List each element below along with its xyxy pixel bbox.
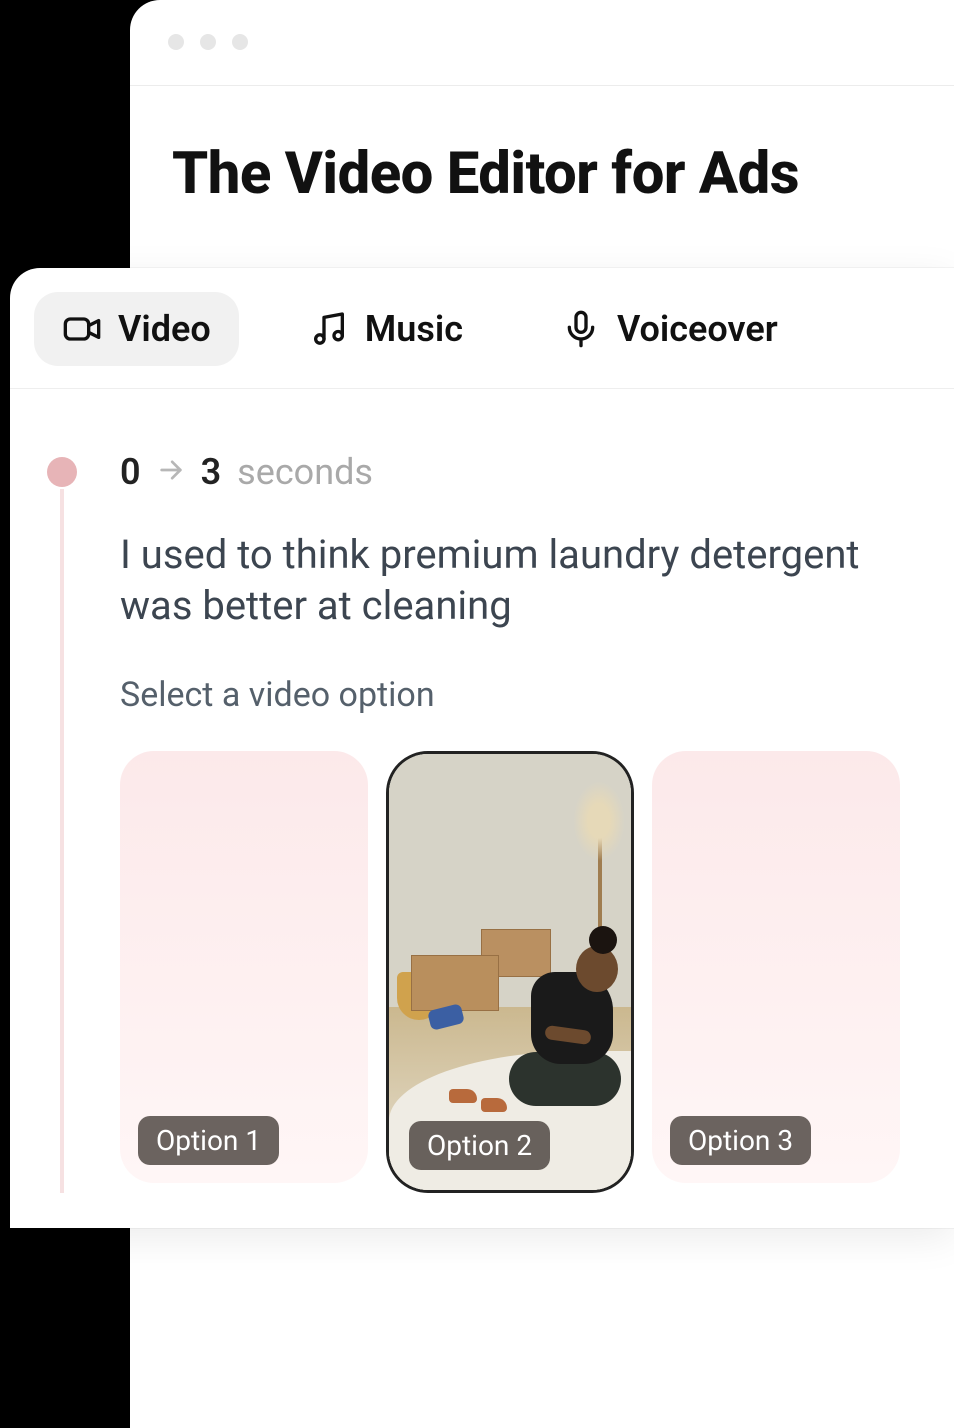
time-end: 3	[201, 451, 222, 493]
video-icon	[62, 309, 102, 349]
tab-label: Video	[118, 308, 211, 350]
tab-bar: Video Music Voiceover	[10, 268, 954, 366]
tab-label: Voiceover	[617, 308, 778, 350]
option-label: Option 3	[670, 1116, 811, 1165]
page-title: The Video Editor for Ads	[172, 140, 799, 208]
time-range: 0 3 seconds	[120, 451, 914, 493]
timeline-dot	[47, 457, 77, 487]
video-option-2[interactable]: Option 2	[386, 751, 634, 1193]
option-label: Option 2	[409, 1121, 550, 1170]
segment-content: 0 3 seconds I used to think premium laun…	[10, 389, 954, 1193]
mic-icon	[561, 309, 601, 349]
window-traffic-lights	[168, 34, 248, 50]
tab-voiceover[interactable]: Voiceover	[533, 292, 806, 366]
editor-panel: Video Music Voiceover	[10, 268, 954, 1228]
video-options: Option 1	[120, 751, 914, 1193]
traffic-dot	[168, 34, 184, 50]
time-unit: seconds	[237, 451, 373, 493]
select-prompt: Select a video option	[120, 675, 914, 715]
tab-video[interactable]: Video	[34, 292, 239, 366]
tab-music[interactable]: Music	[281, 292, 491, 366]
traffic-dot	[232, 34, 248, 50]
music-icon	[309, 309, 349, 349]
divider	[130, 85, 954, 86]
video-option-3[interactable]: Option 3	[652, 751, 900, 1183]
tab-label: Music	[365, 308, 463, 350]
traffic-dot	[200, 34, 216, 50]
video-option-1[interactable]: Option 1	[120, 751, 368, 1183]
background-window-bottom	[130, 1228, 954, 1428]
script-text: I used to think premium laundry detergen…	[120, 529, 880, 631]
timeline-line	[60, 489, 64, 1193]
option-label: Option 1	[138, 1116, 279, 1165]
time-start: 0	[120, 451, 141, 493]
arrow-icon	[157, 451, 185, 493]
